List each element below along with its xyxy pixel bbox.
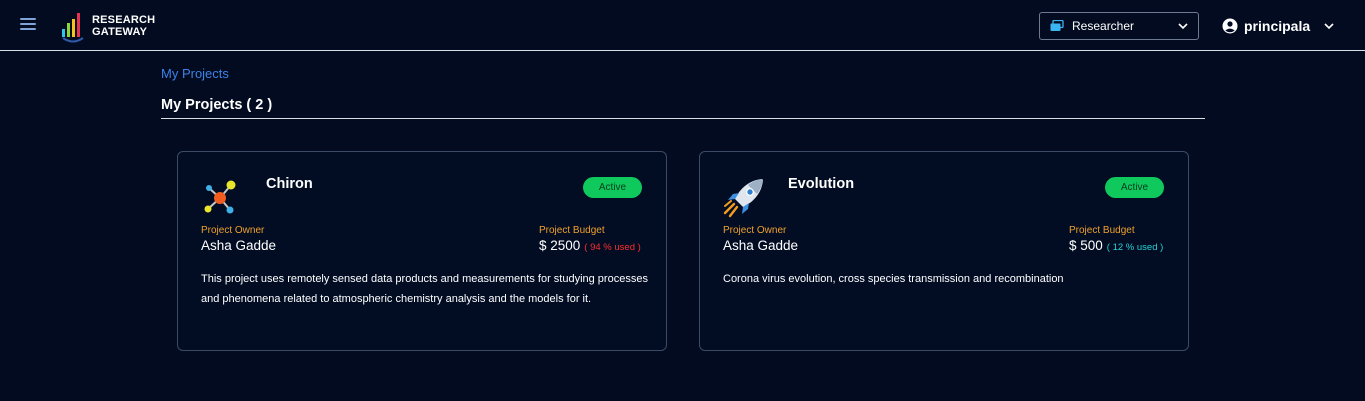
chevron-down-icon <box>1324 23 1334 30</box>
project-budget-value: $ 2500 <box>539 238 581 253</box>
username: principala <box>1244 18 1311 34</box>
molecule-icon <box>204 180 236 214</box>
rocket-icon <box>723 179 763 218</box>
menu-icon[interactable] <box>20 18 36 30</box>
project-name: Evolution <box>788 176 855 192</box>
budget-used-percent: ( 94 % used ) <box>584 242 641 253</box>
top-bar: RESEARCH GATEWAY Researcher principala <box>0 0 1365 51</box>
project-budget-value: $ 500 <box>1069 238 1103 253</box>
status-badge: Active <box>583 177 642 198</box>
status-badge: Active <box>1105 177 1164 198</box>
logo-line-2: GATEWAY <box>92 26 148 38</box>
project-description: Corona virus evolution, cross species tr… <box>723 273 1064 285</box>
project-card-evolution[interactable]: Evolution Active Project Owner Asha Gadd… <box>699 151 1189 351</box>
breadcrumb[interactable]: My Projects <box>161 66 229 81</box>
chevron-down-icon <box>1178 23 1188 30</box>
page-title: My Projects ( 2 ) <box>161 97 273 113</box>
title-divider <box>161 118 1205 119</box>
user-menu[interactable]: principala <box>1222 16 1334 36</box>
logo-line-1: RESEARCH <box>92 14 156 26</box>
logo[interactable]: RESEARCH GATEWAY <box>60 8 155 44</box>
project-owner-value: Asha Gadde <box>723 238 799 253</box>
window-stack-icon <box>1050 20 1064 31</box>
project-description: This project uses remotely sensed data p… <box>201 273 648 305</box>
project-owner-value: Asha Gadde <box>201 238 277 253</box>
project-name: Chiron <box>266 176 313 192</box>
project-budget: $ 500( 12 % used ) <box>1069 238 1163 253</box>
project-owner-label: Project Owner <box>201 225 265 236</box>
project-budget-label: Project Budget <box>539 225 605 236</box>
logo-text: RESEARCH GATEWAY <box>92 14 155 38</box>
project-budget: $ 2500( 94 % used ) <box>539 238 641 253</box>
role-dropdown[interactable]: Researcher <box>1039 12 1199 40</box>
logo-icon <box>62 13 84 43</box>
project-budget-label: Project Budget <box>1069 225 1135 236</box>
user-avatar-icon <box>1222 18 1238 34</box>
project-card-chiron[interactable]: Chiron Active Project Owner Asha Gadde P… <box>177 151 667 351</box>
budget-used-percent: ( 12 % used ) <box>1106 242 1164 253</box>
role-label: Researcher <box>1072 19 1135 33</box>
project-owner-label: Project Owner <box>723 225 787 236</box>
